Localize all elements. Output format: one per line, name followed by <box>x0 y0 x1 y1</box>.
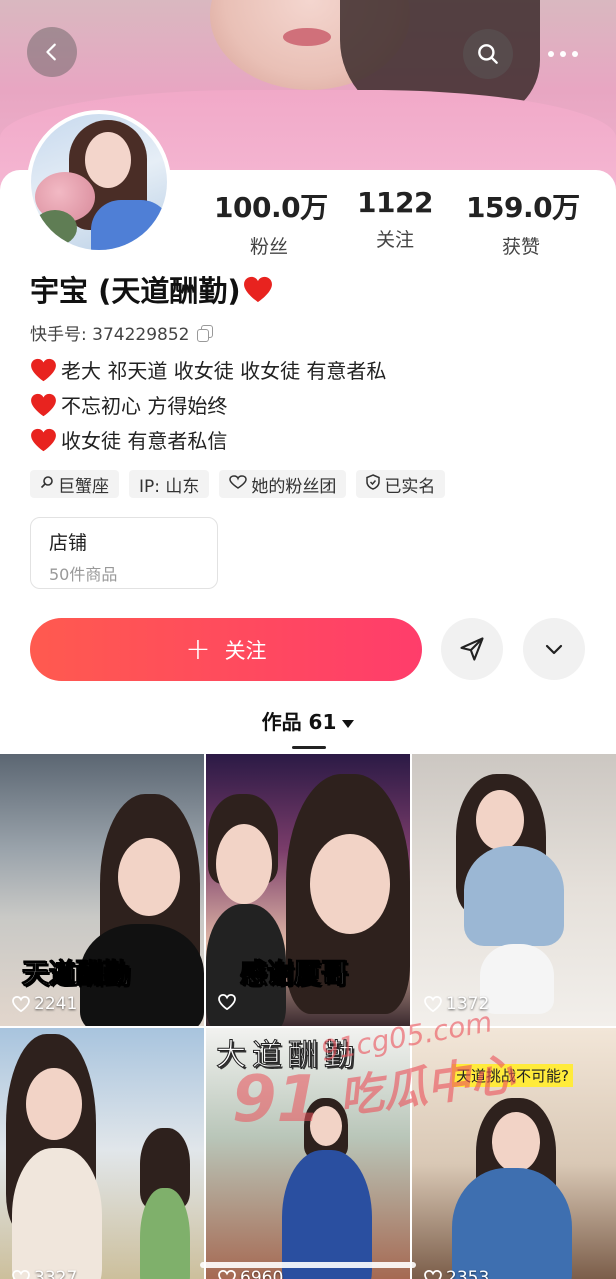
bio-line: 不忘初心 方得始终 <box>30 387 386 422</box>
zodiac-icon <box>40 475 54 493</box>
tag-ip-location: IP: 山东 <box>129 470 210 498</box>
tag-label: 她的粉丝团 <box>251 476 337 497</box>
video-likes-count: 6960 <box>240 1268 284 1279</box>
profile-tags: 巨蟹座 IP: 山东 她的粉丝团 已实名 <box>30 470 446 498</box>
likes-count: 159.0万 <box>466 191 580 224</box>
fans-count: 100.0万 <box>214 191 328 224</box>
video-thumbnail[interactable]: 感谢厦哥 <box>206 754 410 1026</box>
video-likes-count: 2353 <box>446 1268 490 1279</box>
kuaishou-id[interactable]: 快手号: 374229852 <box>30 320 214 345</box>
video-thumbnail[interactable]: 天道酬勤 2241 <box>0 754 204 1026</box>
bio-text: 老大 祁天道 收女徒 收女徒 有意者私 <box>61 359 387 383</box>
video-likes: 2353 <box>424 1268 489 1279</box>
heart-outline-icon <box>424 1270 442 1279</box>
red-heart-icon <box>30 428 57 452</box>
shop-title: 店铺 <box>49 532 88 554</box>
tag-fan-club[interactable]: 她的粉丝团 <box>219 470 347 498</box>
username: 宇宝 (天道酬勤) <box>30 268 273 310</box>
avatar[interactable] <box>27 110 171 254</box>
following-count: 1122 <box>357 186 433 219</box>
recommend-dropdown-button[interactable] <box>523 618 585 680</box>
watermark-number: 91 <box>232 1063 322 1137</box>
video-likes: 6960 <box>218 1268 283 1279</box>
search-icon <box>478 44 498 64</box>
stat-likes[interactable]: 159.0万 获赞 <box>466 186 580 259</box>
red-heart-icon <box>30 393 57 417</box>
bio-text: 收女徒 有意者私信 <box>61 429 228 453</box>
stat-fans[interactable]: 100.0万 粉丝 <box>214 186 328 259</box>
plus-icon: + <box>185 631 211 667</box>
video-likes <box>218 994 240 1010</box>
send-message-button[interactable] <box>441 618 503 680</box>
heart-outline-icon <box>12 1270 30 1279</box>
heart-outline-icon <box>424 996 442 1012</box>
video-likes: 2241 <box>12 994 77 1014</box>
more-dot-icon <box>548 51 554 57</box>
video-grid: 天道酬勤 2241 感谢厦哥 1372 3327 大道酬勤 6960 天道挑战不… <box>0 754 616 1279</box>
kuaishou-id-text: 快手号: 374229852 <box>30 325 190 345</box>
home-indicator[interactable] <box>200 1262 416 1268</box>
heart-outline-icon <box>218 1270 236 1279</box>
video-likes-count: 3327 <box>34 1268 78 1279</box>
chevron-down-icon <box>545 644 563 655</box>
shop-subtitle: 50件商品 <box>49 565 118 584</box>
video-thumbnail[interactable]: 3327 <box>0 1028 204 1279</box>
likes-label: 获赞 <box>501 236 540 258</box>
chevron-left-icon <box>46 43 56 61</box>
bio-line: 收女徒 有意者私信 <box>30 422 386 457</box>
video-thumbnail[interactable]: 1372 <box>412 754 616 1026</box>
heart-outline-icon <box>12 996 30 1012</box>
bio-line: 老大 祁天道 收女徒 收女徒 有意者私 <box>30 352 386 387</box>
fan-club-icon <box>229 475 248 493</box>
video-caption: 感谢厦哥 <box>240 959 349 991</box>
search-button[interactable] <box>463 29 513 79</box>
tag-label: 已实名 <box>384 476 436 497</box>
follow-label: 关注 <box>224 638 267 663</box>
back-button[interactable] <box>27 27 77 77</box>
bio-text: 不忘初心 方得始终 <box>61 394 228 418</box>
more-button[interactable] <box>538 29 588 79</box>
fans-label: 粉丝 <box>249 236 288 258</box>
copy-icon[interactable] <box>197 324 214 342</box>
tab-underline <box>292 746 326 749</box>
tab-works[interactable]: 作品 61 <box>0 706 616 735</box>
video-likes: 3327 <box>12 1268 77 1279</box>
bio: 老大 祁天道 收女徒 收女徒 有意者私 不忘初心 方得始终 收女徒 有意者私信 <box>30 352 386 457</box>
video-likes-count: 2241 <box>34 994 78 1014</box>
tag-label: IP: 山东 <box>139 476 200 497</box>
paper-plane-icon <box>460 637 484 661</box>
verified-icon <box>366 474 381 494</box>
video-caption: 天道酬勤 <box>22 959 131 991</box>
following-label: 关注 <box>375 229 414 251</box>
tag-label: 巨蟹座 <box>58 476 109 497</box>
red-heart-icon <box>243 276 273 303</box>
caret-down-icon <box>342 719 355 728</box>
heart-outline-icon <box>218 994 236 1010</box>
red-heart-icon <box>30 358 57 382</box>
stat-following[interactable]: 1122 关注 <box>352 186 438 252</box>
tag-zodiac[interactable]: 巨蟹座 <box>30 470 119 498</box>
shop-card[interactable]: 店铺 50件商品 <box>30 517 218 589</box>
tag-verified[interactable]: 已实名 <box>356 470 446 498</box>
username-text: 宇宝 (天道酬勤) <box>30 274 241 308</box>
tab-works-label: 作品 61 <box>261 710 337 734</box>
follow-button[interactable]: + 关注 <box>30 618 422 681</box>
